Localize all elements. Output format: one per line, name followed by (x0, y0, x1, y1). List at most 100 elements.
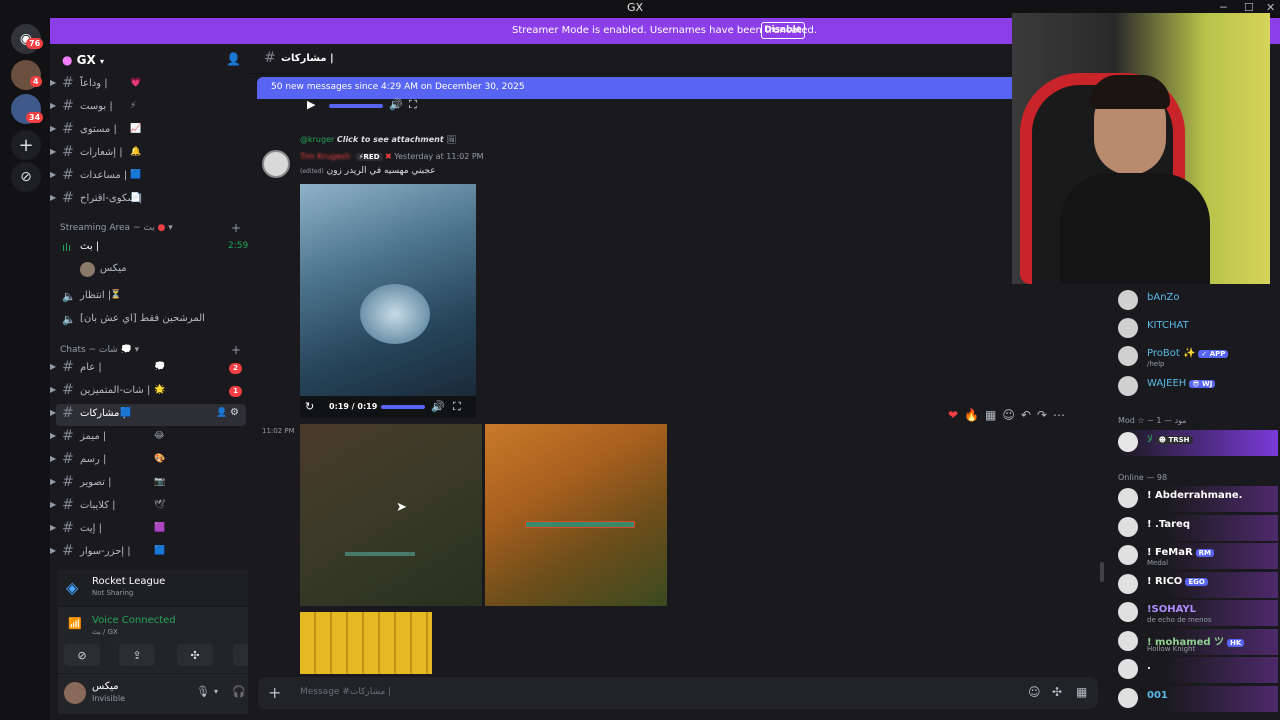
channel-name: بوست | (80, 101, 113, 112)
channel-item[interactable]: ▶ # مساعدات | 🟦 (50, 166, 248, 188)
discover-icon[interactable]: ⊘ (11, 162, 41, 192)
speaker-icon: 🔈 (62, 313, 76, 326)
microphone-icon[interactable]: 🎙 (196, 685, 210, 698)
channel-name: كلايبات | (80, 500, 116, 511)
voice-channel-candidates[interactable]: 🔈 المرشحين فقط [اي عش بان] (50, 309, 248, 331)
member-item[interactable]: ! RICO EGO (1118, 571, 1278, 598)
replay-icon[interactable]: ↻ (305, 400, 314, 413)
channel-item[interactable]: ▶ # مستوى | 📈 (50, 120, 248, 142)
channel-item[interactable]: ▶ # إشعارات | 🔔 (50, 143, 248, 165)
settings-gear-icon[interactable]: ⚙ (230, 407, 239, 418)
channel-item[interactable]: ▶ # إيت | 🟪 (50, 519, 248, 541)
image-attachment-2[interactable] (485, 424, 667, 606)
message-composer[interactable]: + Message #مشاركات | ☺ ✣ ▦ (258, 677, 1098, 709)
custom-reaction-icon[interactable]: ▦ (985, 408, 996, 422)
live-channel-name: بث | (80, 241, 100, 252)
volume-icon[interactable]: 🔊 (389, 98, 403, 111)
voice-channel-live[interactable]: ılı بث | 2:59:24 (50, 237, 263, 259)
volume-icon[interactable]: 🔊 (431, 400, 445, 413)
add-attachment-icon[interactable]: + (268, 683, 281, 702)
member-item[interactable]: !SOHAYL de echo de menos (1118, 600, 1278, 626)
member-item[interactable]: ProBot ✨ ✓ APP/help (1118, 344, 1278, 370)
screen-share-button[interactable]: ⇪ (119, 644, 155, 666)
message-input-placeholder[interactable]: Message #مشاركات | (300, 687, 391, 697)
author-tag: ⚡RED (355, 153, 383, 161)
channel-name: رسم | (80, 454, 107, 465)
channel-item-active[interactable]: ▶ # مشاركات | 🟦 👤 ⚙ (50, 404, 246, 426)
member-mod[interactable]: لا ☻ TRSH (1118, 430, 1278, 456)
channel-item[interactable]: ▶ # رسم | 🎨 (50, 450, 248, 472)
channel-item[interactable]: ▶ # عام | 💭 2 (50, 358, 248, 380)
channel-item[interactable]: ▶ # تصوير | 📷 (50, 473, 248, 495)
member-item[interactable]: ! FeMaR RM Medal (1118, 543, 1278, 569)
voice-user[interactable]: ميكس (50, 259, 248, 281)
video-progress-bar[interactable] (381, 405, 425, 409)
play-icon[interactable]: ▶ (307, 98, 315, 111)
disable-button[interactable]: Disable (761, 22, 805, 39)
invite-icon[interactable]: 👤 (216, 408, 227, 418)
video-controls: ↻ 0:19 / 0:19 🔊 ⛶ (300, 396, 476, 418)
hash-icon: # (62, 121, 74, 137)
member-item[interactable]: . (1118, 657, 1278, 683)
author-avatar[interactable] (262, 150, 290, 178)
activity-sub: Not Sharing (92, 589, 134, 597)
chat-header: # مشاركات | (248, 44, 1108, 74)
author-name[interactable]: Tim Krugesh (300, 152, 350, 161)
add-channel-icon[interactable]: + (231, 343, 241, 357)
reply-icon[interactable]: ↶ (1021, 408, 1031, 422)
chats-category[interactable]: Chats ~ شات 💭 ▾ (60, 345, 139, 355)
reply-preview[interactable]: @kruger Click to see attachment 🖼 (300, 135, 456, 144)
member-item[interactable]: ! mohamed ツ HK Hollow Knight (1118, 628, 1278, 655)
reply-text: Click to see attachment (336, 135, 444, 144)
channel-item[interactable]: ▶ # ميمز | 😂 (50, 427, 248, 449)
member-item[interactable]: ! .Tareq (1118, 514, 1278, 541)
add-channel-icon[interactable]: + (231, 221, 241, 235)
member-item[interactable]: 001 (1118, 685, 1278, 712)
camera-button[interactable]: ⊘ (64, 644, 100, 666)
member-item[interactable]: ! Abderrahmane. (1118, 486, 1278, 512)
headphones-icon[interactable]: 🎧 (232, 685, 246, 698)
add-reaction-icon[interactable]: ☺ (1002, 408, 1015, 422)
progress-bar[interactable] (329, 104, 383, 108)
voice-channel-wait[interactable]: 🔈 انتظار | ⏳ (50, 286, 248, 308)
streaming-category[interactable]: Streaming Area ~ بث ● ▾ (60, 223, 173, 233)
hash-icon: # (62, 75, 74, 91)
avatar[interactable] (64, 682, 86, 704)
image-attachment-1[interactable]: ➤ (300, 424, 482, 606)
channel-emoji: 📈 (130, 124, 142, 134)
member-item[interactable]: KITCHAT (1118, 316, 1278, 342)
voice-location[interactable]: بث / GX (92, 628, 118, 636)
scrollbar-thumb[interactable] (1100, 562, 1104, 582)
chevron-down-icon[interactable]: ▾ (214, 687, 218, 696)
app-launcher-icon[interactable]: ▦ (1076, 685, 1087, 699)
member-name: KITCHAT (1147, 320, 1189, 331)
heart-reaction-icon[interactable]: ❤ (948, 408, 958, 422)
add-friend-icon[interactable]: 👤 (226, 52, 241, 66)
fire-reaction-icon[interactable]: 🔥 (964, 408, 979, 422)
activities-button[interactable]: ✣ (177, 644, 213, 666)
new-messages-bar[interactable]: 50 new messages since 4:29 AM on Decembe… (257, 77, 1017, 99)
more-options-icon[interactable]: ⋯ (1053, 408, 1065, 422)
mouse-cursor-icon: ➤ (396, 500, 407, 515)
emoji-icon[interactable]: ☺ (1028, 685, 1041, 699)
channel-item[interactable]: ▶ # شات-المتميزين | 🌟 1 (50, 381, 248, 403)
channel-item[interactable]: ▶ # وداعاً | 💗 (50, 74, 248, 96)
member-item[interactable]: WAJEEH 😎 WJ (1118, 374, 1278, 400)
fullscreen-icon[interactable]: ⛶ (409, 98, 417, 112)
forward-icon[interactable]: ↷ (1037, 408, 1047, 422)
video-attachment[interactable] (300, 184, 476, 396)
member-tag: TRSH (1168, 436, 1190, 444)
channel-item[interactable]: ▶ # شكوى-اقتراح | 📄 (50, 189, 248, 211)
reply-user: @kruger (300, 135, 335, 144)
channel-item[interactable]: ▶ # كلايبات | 🕊 (50, 496, 248, 518)
candidates-channel-name: المرشحين فقط [اي عش بان] (80, 313, 205, 324)
image-attachment-3[interactable] (300, 612, 432, 674)
channel-item[interactable]: ▶ # إحزر-سوار | 🟦 (50, 542, 248, 564)
add-server-icon[interactable]: + (11, 130, 41, 160)
hash-icon: # (264, 50, 276, 66)
fullscreen-icon[interactable]: ⛶ (453, 400, 461, 414)
channel-item[interactable]: ▶ # بوست | ⚡ (50, 97, 248, 119)
apps-icon[interactable]: ✣ (1052, 685, 1062, 699)
server-header[interactable]: ● GX ▾ (62, 53, 104, 67)
member-item[interactable]: bAnZo (1118, 288, 1278, 314)
